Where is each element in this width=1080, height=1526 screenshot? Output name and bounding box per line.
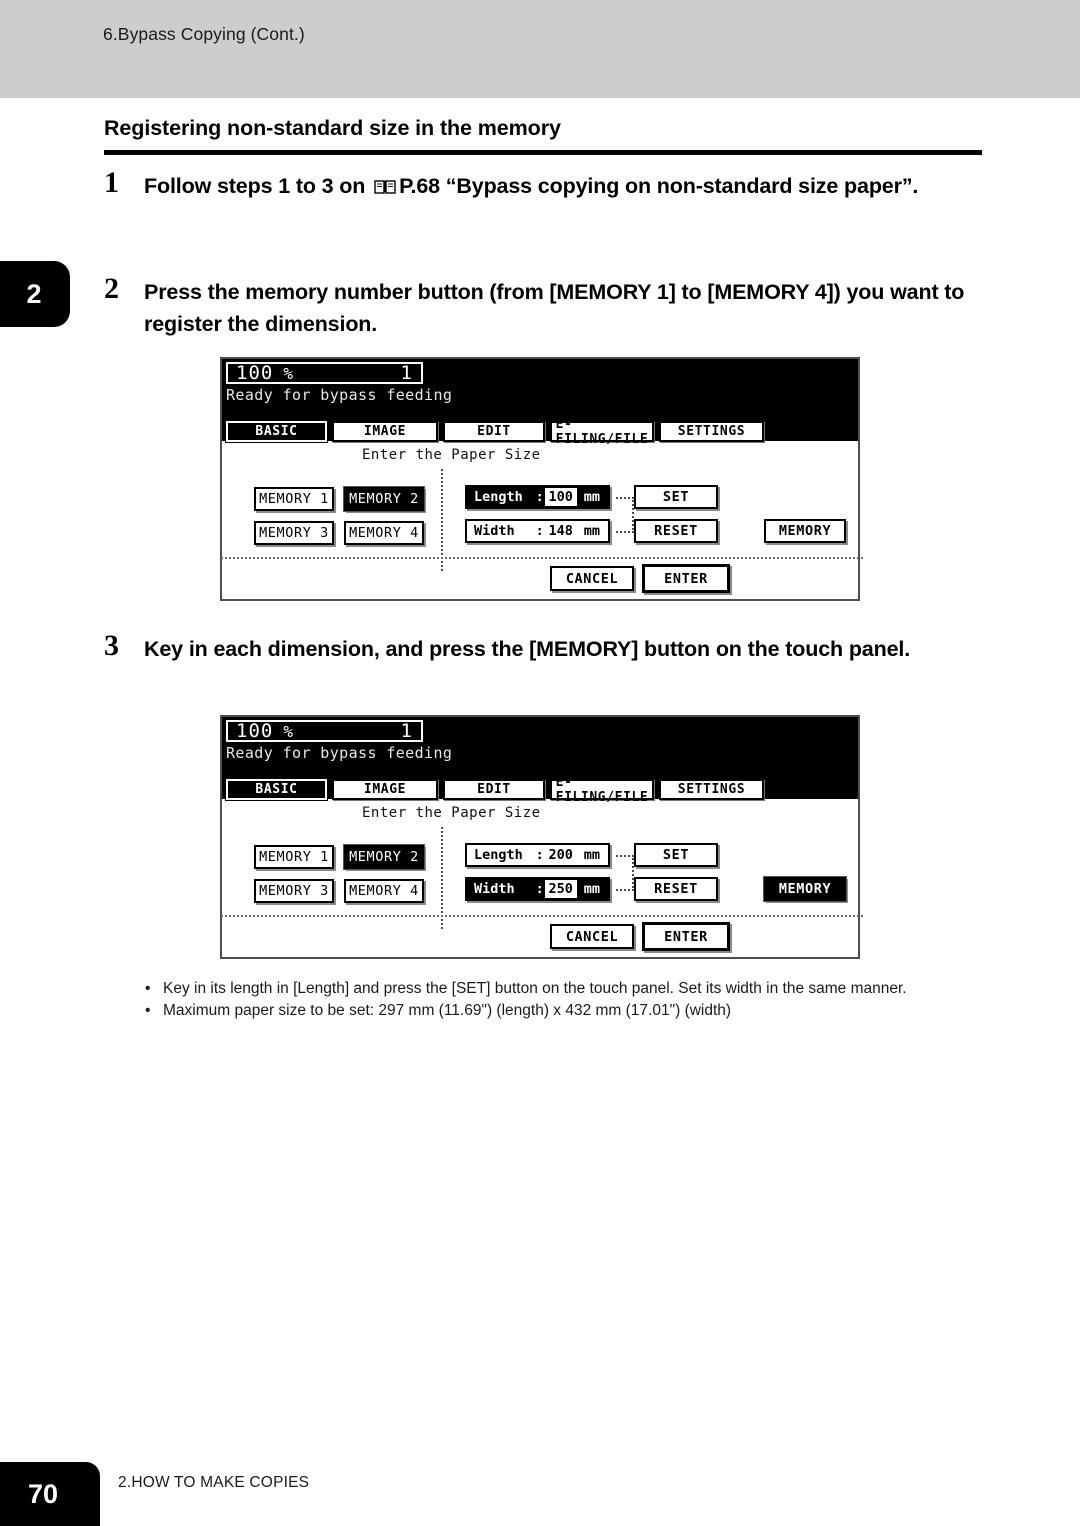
panel-1-width-label: Width bbox=[474, 523, 515, 539]
panel-2-field-connector bbox=[616, 855, 634, 891]
note-item: • Maximum paper size to be set: 297 mm (… bbox=[145, 1000, 1005, 1022]
panel-1-width-unit: mm bbox=[583, 523, 600, 539]
panel-1-tab-edit[interactable]: EDIT bbox=[443, 421, 545, 442]
panel-1-prompt: Enter the Paper Size bbox=[362, 447, 541, 463]
panel-1-body: Enter the Paper Size MEMORY 1 MEMORY 2 M… bbox=[221, 441, 863, 599]
panel-2-status-box: 100 % 1 bbox=[226, 720, 423, 742]
panel-2-zoom-ratio: 100 bbox=[236, 720, 274, 742]
panel-2-length-label: Length bbox=[474, 847, 523, 863]
step-2-number: 2 bbox=[104, 272, 119, 305]
panel-1-memory-3-button[interactable]: MEMORY 3 bbox=[254, 521, 334, 545]
panel-1-width-field[interactable]: Width : 148 mm bbox=[465, 519, 610, 543]
panel-2-width-label: Width bbox=[474, 881, 515, 897]
panel-1-length-label: Length bbox=[474, 489, 523, 505]
panel-1-memory-4-button[interactable]: MEMORY 4 bbox=[344, 521, 424, 545]
panel-2-memory-3-button[interactable]: MEMORY 3 bbox=[254, 879, 334, 903]
panel-2-set-button[interactable]: SET bbox=[634, 843, 718, 867]
panel-2-cancel-button[interactable]: CANCEL bbox=[550, 924, 634, 949]
note-text: Maximum paper size to be set: 297 mm (11… bbox=[163, 1002, 732, 1019]
panel-2-footer-divider bbox=[221, 915, 863, 917]
panel-1-vertical-divider bbox=[441, 469, 443, 571]
panel-2-tab-efiling-file[interactable]: E-FILING/FILE bbox=[550, 775, 654, 805]
step-2-text: Press the memory number button (from [ME… bbox=[144, 280, 965, 336]
touch-panel-screenshot-1: 100 % 1 Ready for bypass feeding BASIC I… bbox=[220, 357, 863, 601]
panel-1-length-value: 100 bbox=[544, 488, 577, 506]
panel-1-reset-button[interactable]: RESET bbox=[634, 519, 718, 543]
touch-panel-screenshot-2: 100 % 1 Ready for bypass feeding BASIC I… bbox=[220, 715, 863, 959]
step-1-text-before: Follow steps 1 to 3 on bbox=[144, 174, 372, 198]
chapter-side-tab: 2 bbox=[0, 261, 70, 327]
panel-1-length-colon: : bbox=[535, 489, 544, 505]
panel-1-tab-efiling-file[interactable]: E-FILING/FILE bbox=[550, 417, 654, 447]
panel-2-copy-count: 1 bbox=[400, 720, 413, 742]
panel-2-enter-button[interactable]: ENTER bbox=[642, 922, 730, 951]
panel-2-tab-basic[interactable]: BASIC bbox=[225, 778, 328, 801]
panel-2-length-colon: : bbox=[535, 847, 544, 863]
notes-list: • Key in its length in [Length] and pres… bbox=[145, 978, 1005, 1022]
step-1-text-after: P.68 “Bypass copying on non-standard siz… bbox=[399, 174, 919, 198]
panel-1-field-connector bbox=[616, 497, 634, 533]
note-text: Key in its length in [Length] and press … bbox=[163, 980, 907, 997]
panel-2-vertical-divider bbox=[441, 827, 443, 929]
panel-1-set-button[interactable]: SET bbox=[634, 485, 718, 509]
footer-chapter-title: 2.HOW TO MAKE COPIES bbox=[118, 1474, 310, 1491]
panel-2-width-value: 250 bbox=[544, 880, 577, 898]
page-title: Registering non-standard size in the mem… bbox=[104, 116, 561, 140]
panel-2-length-unit: mm bbox=[583, 847, 600, 863]
panel-1-width-colon: : bbox=[535, 523, 544, 539]
running-head-band bbox=[0, 0, 1080, 98]
panel-2-width-field[interactable]: Width : 250 mm bbox=[465, 877, 610, 901]
note-item: • Key in its length in [Length] and pres… bbox=[145, 978, 1005, 1000]
panel-1-status-header: 100 % 1 Ready for bypass feeding BASIC I… bbox=[222, 359, 858, 447]
panel-1-status-message: Ready for bypass feeding bbox=[226, 386, 453, 404]
step-1-text: Follow steps 1 to 3 on P.68 “Bypass copy… bbox=[144, 170, 984, 204]
panel-2-width-unit: mm bbox=[583, 881, 600, 897]
panel-2-tab-image[interactable]: IMAGE bbox=[332, 779, 438, 800]
panel-2-tab-edit[interactable]: EDIT bbox=[443, 779, 545, 800]
bullet-icon: • bbox=[145, 1002, 151, 1019]
panel-1-zoom-ratio: 100 bbox=[236, 362, 274, 384]
panel-2-tab-bar: BASIC IMAGE EDIT E-FILING/FILE SETTINGS bbox=[225, 775, 764, 805]
panel-2-status-header: 100 % 1 Ready for bypass feeding BASIC I… bbox=[222, 717, 858, 805]
panel-1-tab-image[interactable]: IMAGE bbox=[332, 421, 438, 442]
section-divider bbox=[104, 150, 982, 155]
step-3-text: Key in each dimension, and press the [ME… bbox=[144, 637, 911, 661]
panel-1-length-field[interactable]: Length : 100 mm bbox=[465, 485, 610, 509]
book-icon bbox=[374, 172, 396, 204]
panel-1-copy-count: 1 bbox=[400, 362, 413, 384]
step-1-number: 1 bbox=[104, 166, 119, 199]
panel-2-body: Enter the Paper Size MEMORY 1 MEMORY 2 M… bbox=[221, 799, 863, 957]
panel-1-memory-2-button[interactable]: MEMORY 2 bbox=[343, 486, 425, 512]
panel-1-percent-sign: % bbox=[283, 363, 294, 383]
panel-1-cancel-button[interactable]: CANCEL bbox=[550, 566, 634, 591]
panel-2-percent-sign: % bbox=[283, 721, 294, 741]
panel-1-enter-button[interactable]: ENTER bbox=[642, 564, 730, 593]
panel-1-tab-settings[interactable]: SETTINGS bbox=[659, 421, 764, 442]
panel-2-memory-4-button[interactable]: MEMORY 4 bbox=[344, 879, 424, 903]
panel-2-status-message: Ready for bypass feeding bbox=[226, 744, 453, 762]
panel-1-tab-bar: BASIC IMAGE EDIT E-FILING/FILE SETTINGS bbox=[225, 417, 764, 447]
panel-1-status-box: 100 % 1 bbox=[226, 362, 423, 384]
step-3-number: 3 bbox=[104, 629, 119, 662]
panel-1-memory-1-button[interactable]: MEMORY 1 bbox=[254, 487, 334, 511]
footer-page-number: 70 bbox=[0, 1462, 100, 1526]
panel-2-width-colon: : bbox=[535, 881, 544, 897]
panel-1-tab-basic[interactable]: BASIC bbox=[225, 420, 328, 443]
panel-2-tab-settings[interactable]: SETTINGS bbox=[659, 779, 764, 800]
panel-2-memory-2-button[interactable]: MEMORY 2 bbox=[343, 844, 425, 870]
panel-1-length-unit: mm bbox=[583, 489, 600, 505]
bullet-icon: • bbox=[145, 980, 151, 997]
panel-2-memory-1-button[interactable]: MEMORY 1 bbox=[254, 845, 334, 869]
panel-1-memory-button[interactable]: MEMORY bbox=[764, 519, 846, 543]
panel-2-prompt: Enter the Paper Size bbox=[362, 805, 541, 821]
panel-1-width-value: 148 bbox=[548, 523, 573, 539]
panel-2-length-field[interactable]: Length : 200 mm bbox=[465, 843, 610, 867]
panel-2-length-value: 200 bbox=[548, 847, 573, 863]
running-head-title: 6.Bypass Copying (Cont.) bbox=[103, 24, 305, 44]
panel-2-reset-button[interactable]: RESET bbox=[634, 877, 718, 901]
panel-1-footer-divider bbox=[221, 557, 863, 559]
panel-2-memory-button[interactable]: MEMORY bbox=[763, 876, 847, 902]
